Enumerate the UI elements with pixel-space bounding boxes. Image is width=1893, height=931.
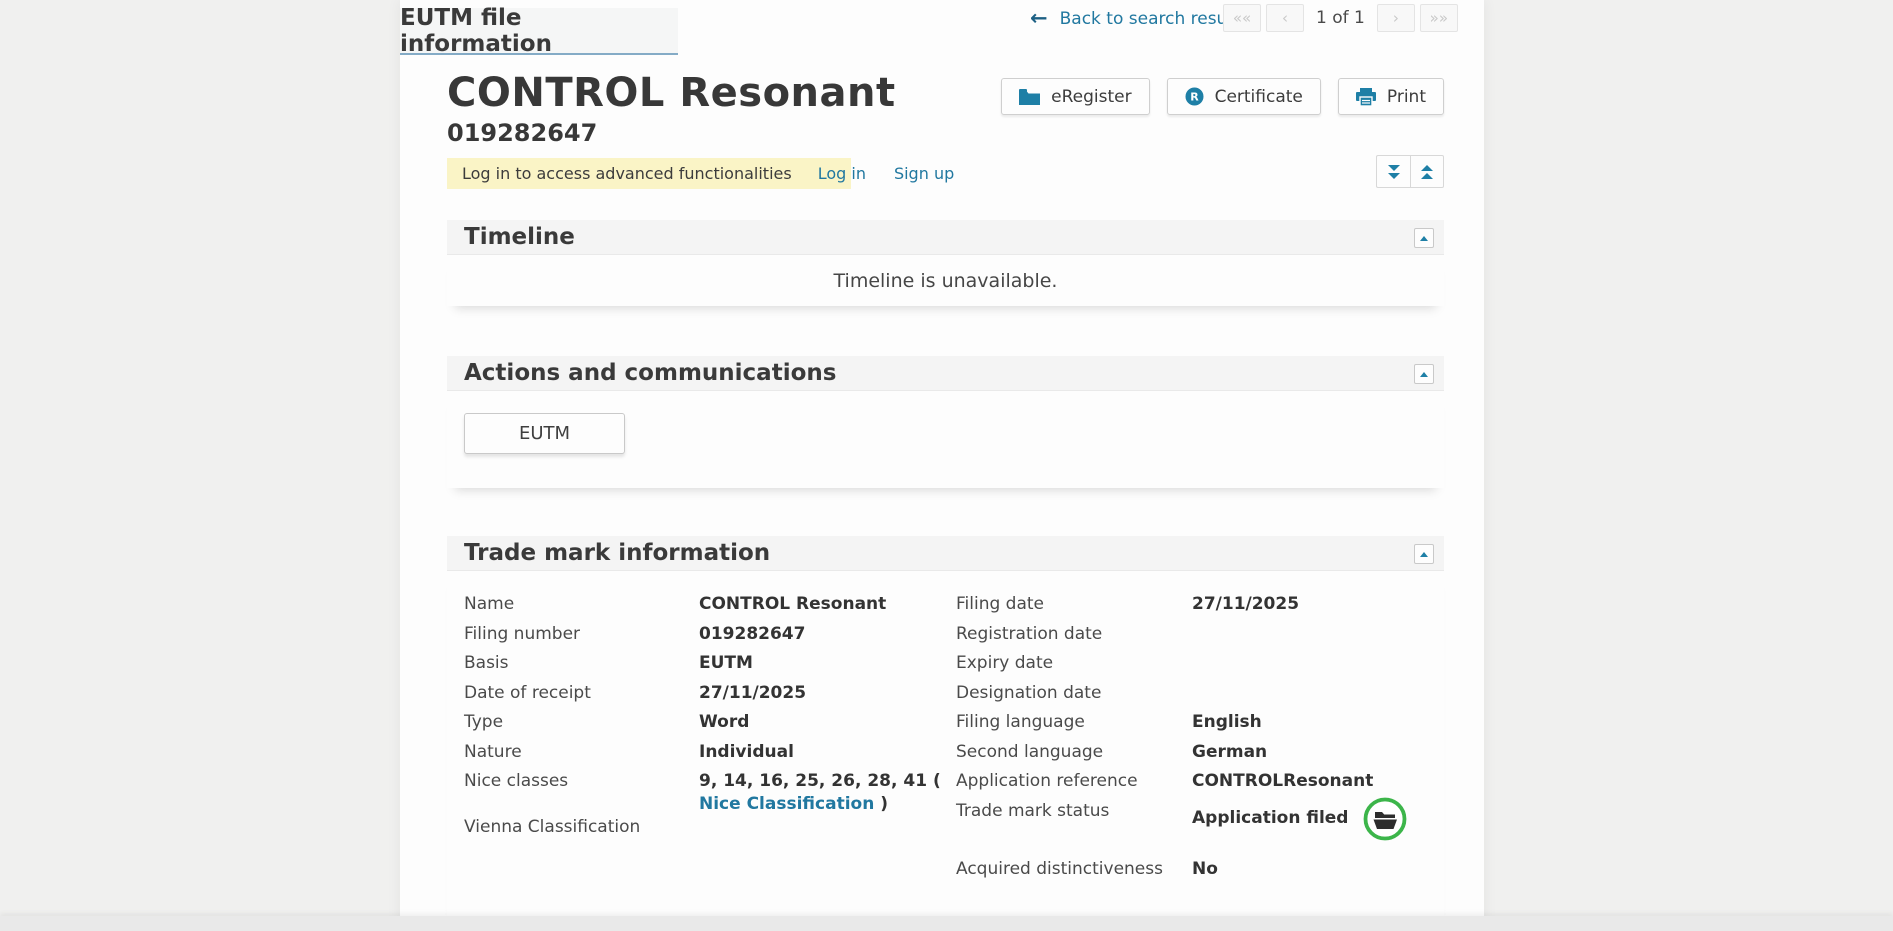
certificate-label: Certificate	[1215, 87, 1303, 107]
field-label: Application reference	[956, 770, 1192, 800]
field-label: Type	[464, 711, 699, 741]
trademark-section-header[interactable]: Trade mark information	[447, 536, 1444, 571]
double-chevron-down-icon	[1388, 165, 1400, 179]
field-value: No	[1192, 858, 1442, 881]
field-label: Name	[464, 593, 699, 623]
previous-icon: ‹	[1282, 9, 1288, 27]
field-value: 27/11/2025	[699, 682, 947, 712]
actions-collapse-toggle[interactable]	[1414, 364, 1434, 384]
folder-icon	[1019, 89, 1040, 105]
eregister-button[interactable]: eRegister	[1001, 78, 1149, 115]
field-value	[1192, 623, 1442, 653]
trademark-section-title: Trade mark information	[464, 540, 770, 566]
last-result-button[interactable]: »»	[1420, 4, 1458, 32]
field-value: German	[1192, 741, 1442, 771]
trademark-information-section: Trade mark information Name CONTROL Reso…	[447, 536, 1444, 931]
field-label: Basis	[464, 652, 699, 682]
trademark-fields-left-column: Name CONTROL Resonant Filing number 0192…	[464, 593, 947, 845]
field-label: Date of receipt	[464, 682, 699, 712]
application-number: 019282647	[447, 119, 597, 147]
expand-all-sections-button[interactable]	[1376, 155, 1410, 188]
field-label: Vienna Classification	[464, 816, 699, 846]
result-pagination: «« ‹ 1 of 1 › »»	[1223, 4, 1458, 32]
timeline-section-header[interactable]: Timeline	[447, 220, 1444, 255]
field-label: Designation date	[956, 682, 1192, 712]
login-banner: Log in to access advanced functionalitie…	[447, 158, 851, 189]
field-value-trademark-status: Application filed	[1192, 794, 1442, 844]
trademark-collapse-toggle[interactable]	[1414, 544, 1434, 564]
timeline-section-title: Timeline	[464, 224, 575, 250]
timeline-section: Timeline Timeline is unavailable.	[447, 220, 1444, 306]
field-value	[699, 816, 947, 846]
field-value	[1192, 682, 1442, 712]
trademark-name-title: CONTROL Resonant	[447, 70, 896, 116]
field-label: Registration date	[956, 623, 1192, 653]
field-label: Filing language	[956, 711, 1192, 741]
tab-title: EUTM file information	[400, 5, 678, 57]
trademark-section-body: Name CONTROL Resonant Filing number 0192…	[447, 571, 1444, 931]
eregister-label: eRegister	[1051, 87, 1131, 107]
next-icon: ›	[1393, 9, 1399, 27]
certificate-button[interactable]: R Certificate	[1167, 78, 1321, 115]
first-result-button[interactable]: ««	[1223, 4, 1261, 32]
field-value: 27/11/2025	[1192, 593, 1442, 623]
next-section-edge	[0, 916, 1893, 931]
field-value: CONTROL Resonant	[699, 593, 947, 623]
field-label: Nature	[464, 741, 699, 771]
global-section-toggles	[1376, 155, 1444, 188]
tab-eutm-file-information[interactable]: EUTM file information	[400, 8, 678, 55]
field-label: Acquired distinctiveness	[956, 858, 1192, 881]
actions-section-title: Actions and communications	[464, 360, 836, 386]
last-icon: »»	[1430, 9, 1448, 27]
pagination-label: 1 of 1	[1316, 8, 1365, 28]
trademark-status-text: Application filed	[1192, 807, 1348, 830]
field-value: EUTM	[699, 652, 947, 682]
nice-classes-numbers: 9, 14, 16, 25, 26, 28, 41 (	[699, 771, 941, 791]
first-icon: ««	[1233, 9, 1251, 27]
field-label: Second language	[956, 741, 1192, 771]
registered-r-circle-icon: R	[1185, 87, 1204, 106]
back-to-search-results-link[interactable]: ← Back to search results	[1030, 8, 1248, 29]
field-label: Filing date	[956, 593, 1192, 623]
field-label: Filing number	[464, 623, 699, 653]
open-folder-green-circle-icon	[1362, 796, 1408, 842]
next-result-button[interactable]: ›	[1377, 4, 1415, 32]
field-value: English	[1192, 711, 1442, 741]
collapse-all-sections-button[interactable]	[1410, 155, 1444, 188]
timeline-section-body: Timeline is unavailable.	[447, 255, 1444, 306]
field-value: 019282647	[699, 623, 947, 653]
field-value	[1192, 652, 1442, 682]
login-banner-message: Log in to access advanced functionalitie…	[462, 164, 792, 183]
actions-communications-section: Actions and communications EUTM	[447, 356, 1444, 488]
timeline-collapse-toggle[interactable]	[1414, 228, 1434, 248]
field-label: Trade mark status	[956, 800, 1192, 844]
back-link-label: Back to search results	[1060, 9, 1248, 29]
triangle-up-icon	[1420, 552, 1428, 557]
actions-section-body: EUTM	[447, 391, 1444, 488]
field-label: Nice classes	[464, 770, 699, 816]
toolbar: eRegister R Certificate Print	[1001, 78, 1444, 115]
previous-result-button[interactable]: ‹	[1266, 4, 1304, 32]
back-arrow-icon: ←	[1030, 8, 1048, 29]
field-value-nice-classes: 9, 14, 16, 25, 26, 28, 41 ( Nice Classif…	[699, 770, 947, 816]
double-chevron-up-icon	[1421, 165, 1433, 179]
main-content-column: EUTM file information ← Back to search r…	[400, 0, 1484, 931]
trademark-fields-right-column: Filing date 27/11/2025 Registration date…	[956, 593, 1442, 880]
signup-link[interactable]: Sign up	[894, 164, 954, 183]
eutm-tab-button[interactable]: EUTM	[464, 413, 625, 454]
field-value: Individual	[699, 741, 947, 771]
nice-classes-suffix: )	[874, 794, 888, 814]
login-link[interactable]: Log in	[818, 164, 866, 183]
print-label: Print	[1387, 87, 1426, 107]
field-value: Word	[699, 711, 947, 741]
field-label: Expiry date	[956, 652, 1192, 682]
print-button[interactable]: Print	[1338, 78, 1444, 115]
printer-icon	[1356, 88, 1376, 106]
nice-classification-link[interactable]: Nice Classification	[699, 794, 874, 814]
timeline-unavailable-message: Timeline is unavailable.	[834, 270, 1058, 292]
actions-section-header[interactable]: Actions and communications	[447, 356, 1444, 391]
triangle-up-icon	[1420, 236, 1428, 241]
triangle-up-icon	[1420, 372, 1428, 377]
svg-text:R: R	[1190, 91, 1199, 104]
